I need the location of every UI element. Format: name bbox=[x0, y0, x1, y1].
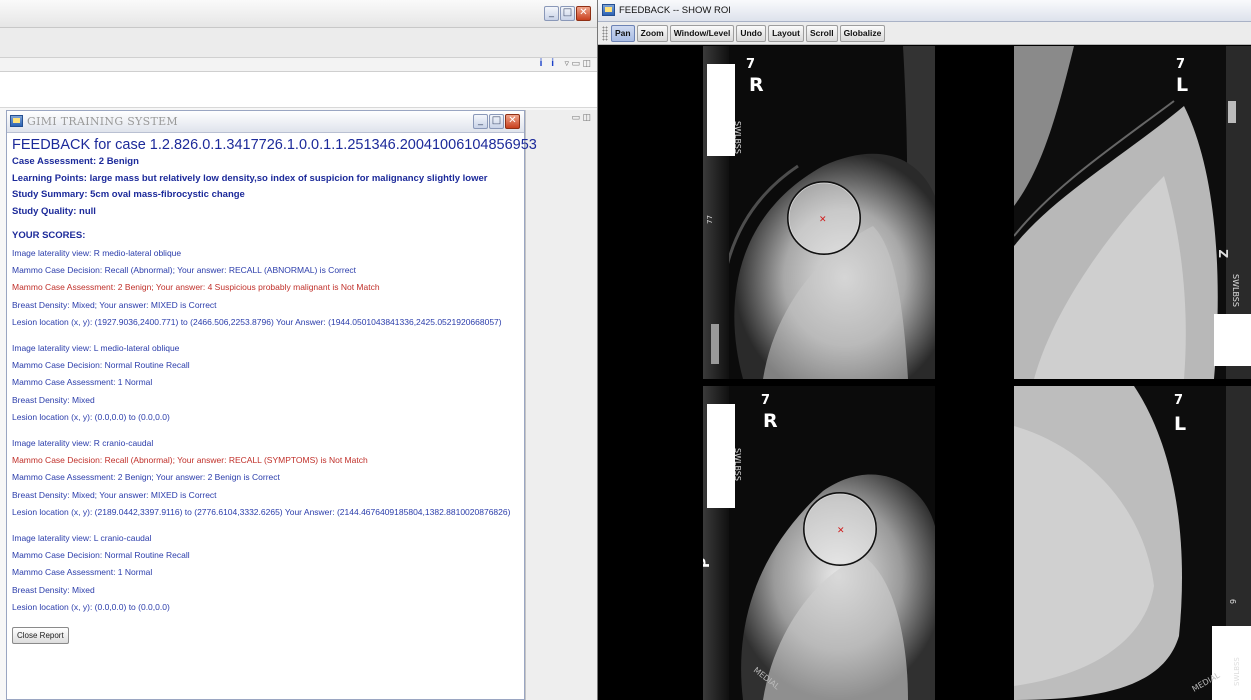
marker-number-7: 7 bbox=[1176, 57, 1185, 72]
lesion-location: Lesion location (x, y): (0.0,0.0) to (0.… bbox=[12, 602, 170, 613]
background-panel bbox=[0, 72, 597, 108]
film-facility-label: SWLBSS bbox=[733, 448, 742, 481]
case-assessment-result: Mammo Case Assessment: 2 Benign; Your an… bbox=[12, 282, 380, 293]
film-facility-label: SWLBSS bbox=[1231, 274, 1240, 307]
image-pane-r-cc[interactable]: 7 R SWLBSS P ✕ MEDIAL bbox=[703, 386, 935, 700]
side-panel-min-max-icon[interactable]: ▭ ◫ bbox=[571, 112, 591, 123]
background-toolbar-area bbox=[0, 28, 597, 58]
breast-density: Breast Density: Mixed bbox=[12, 394, 95, 405]
film-marker-r: R bbox=[763, 410, 778, 432]
mammogram-r-cc: 7 R SWLBSS P ✕ MEDIAL bbox=[703, 386, 935, 700]
image-pane-l-cc[interactable]: 7 L 9 MEDIAL SWLBSS bbox=[1014, 386, 1251, 700]
lesion-location: Lesion location (x, y): (0.0,0.0) to (0.… bbox=[12, 412, 170, 423]
lesion-location: Lesion location (x, y): (1927.9036,2400.… bbox=[12, 317, 502, 328]
minimize-button[interactable]: _ bbox=[473, 114, 488, 129]
marker-number-7: 7 bbox=[1174, 393, 1183, 408]
case-assessment: Case Assessment: 2 Benign bbox=[12, 156, 139, 167]
maximize-button[interactable]: □ bbox=[560, 6, 575, 21]
undo-button[interactable]: Undo bbox=[736, 25, 767, 42]
image-pane-l-mlo[interactable]: 7 L Z SWLBSS bbox=[1014, 46, 1251, 379]
close-report-button[interactable]: Close Report bbox=[12, 626, 69, 644]
background-side-panel: ▭ ◫ bbox=[525, 110, 597, 700]
globalize-button[interactable]: Globalize bbox=[839, 25, 886, 42]
film-number: 9 bbox=[1229, 599, 1238, 604]
background-titlebar: _ □ ✕ bbox=[0, 0, 597, 28]
view-laterality: Image laterality view: R cranio-caudal bbox=[12, 437, 154, 448]
background-window-controls: _ □ ✕ bbox=[544, 6, 591, 21]
layout-button[interactable]: Layout bbox=[768, 25, 804, 42]
app-icon bbox=[602, 4, 615, 16]
feedback-report: FEEDBACK for case 1.2.826.0.1.3417726.1.… bbox=[12, 134, 537, 694]
view-laterality: Image laterality view: L cranio-caudal bbox=[12, 532, 152, 543]
zoom-button[interactable]: Zoom bbox=[636, 25, 668, 42]
case-decision: Mammo Case Decision: Normal Routine Reca… bbox=[12, 550, 190, 560]
close-button[interactable]: ✕ bbox=[576, 6, 591, 21]
feedback-titlebar[interactable]: FEEDBACK -- SHOW ROI bbox=[598, 0, 1251, 22]
film-facility-label: SWLBSS bbox=[1233, 657, 1241, 686]
case-assessment-result: Mammo Case Assessment: 1 Normal bbox=[12, 567, 153, 578]
mammogram-r-mlo: 7 R SWLBSS 77 ✕ bbox=[703, 46, 935, 379]
answer-marker-icon: ✕ bbox=[819, 215, 827, 225]
film-letter: P bbox=[703, 558, 713, 568]
scroll-button[interactable]: Scroll bbox=[805, 25, 838, 42]
mammogram-l-cc: 7 L 9 MEDIAL SWLBSS bbox=[1014, 386, 1251, 700]
case-decision: Mammo Case Decision: Normal Routine Reca… bbox=[12, 359, 190, 370]
close-button[interactable]: ✕ bbox=[505, 114, 520, 129]
film-label-blank bbox=[707, 64, 735, 156]
score-block-l-cc: Image laterality view: L cranio-caudal M… bbox=[12, 530, 522, 617]
lesion-location: Lesion location (x, y): (2189.0442,3397.… bbox=[12, 507, 511, 518]
background-view-header: i i ▿ ▭ ◫ bbox=[0, 58, 597, 72]
app-icon bbox=[10, 115, 23, 127]
view-laterality: Image laterality view: R medio-lateral o… bbox=[12, 247, 182, 258]
breast-density: Breast Density: Mixed bbox=[12, 584, 95, 595]
marker-number-7: 7 bbox=[746, 57, 755, 72]
window-level-button[interactable]: Window/Level bbox=[669, 25, 735, 42]
mammogram-l-mlo: 7 L Z SWLBSS bbox=[1014, 46, 1251, 379]
breast-density: Breast Density: Mixed; Your answer: MIXE… bbox=[12, 489, 217, 500]
minimize-button[interactable]: _ bbox=[544, 6, 559, 21]
film-label-blank bbox=[707, 404, 735, 508]
score-block-r-cc: Image laterality view: R cranio-caudal M… bbox=[12, 435, 522, 522]
gimi-window-title: GIMI TRAINING SYSTEM bbox=[27, 115, 178, 128]
toolbar-grip-icon[interactable] bbox=[602, 26, 608, 41]
scores-heading: YOUR SCORES: bbox=[12, 230, 86, 241]
answer-marker-icon: ✕ bbox=[837, 526, 845, 536]
study-summary: Study Summary: 5cm oval mass-fibrocystic… bbox=[12, 189, 245, 200]
film-marker-r: R bbox=[749, 74, 764, 96]
case-assessment-result: Mammo Case Assessment: 2 Benign; Your an… bbox=[12, 472, 280, 483]
info-icon[interactable]: i i bbox=[540, 58, 557, 69]
case-decision: Mammo Case Decision: Recall (Abnormal); … bbox=[12, 264, 357, 275]
view-min-max-icon[interactable]: ▿ ▭ ◫ bbox=[564, 58, 591, 69]
film-facility-label: SWLBSS bbox=[733, 121, 742, 154]
viewer-toolbar: Pan Zoom Window/Level Undo Layout Scroll… bbox=[598, 22, 1251, 45]
case-decision: Mammo Case Decision: Recall (Abnormal); … bbox=[12, 454, 368, 465]
case-assessment-result: Mammo Case Assessment: 1 Normal bbox=[12, 377, 153, 388]
gimi-training-window: GIMI TRAINING SYSTEM _ □ ✕ FEEDBACK for … bbox=[6, 110, 537, 700]
gimi-window-controls: _ □ ✕ bbox=[473, 114, 520, 129]
gimi-titlebar[interactable]: GIMI TRAINING SYSTEM _ □ ✕ bbox=[7, 111, 524, 133]
film-marker-l: L bbox=[1176, 74, 1188, 96]
learning-points: Learning Points: large mass but relative… bbox=[12, 172, 488, 184]
view-laterality: Image laterality view: L medio-lateral o… bbox=[12, 342, 180, 353]
film-letter: Z bbox=[1217, 249, 1231, 258]
breast-density: Breast Density: Mixed; Your answer: MIXE… bbox=[12, 299, 217, 310]
study-quality: Study Quality: null bbox=[12, 205, 96, 217]
image-viewer[interactable]: 7 R SWLBSS 77 ✕ 7 L Z SWLBSS 7 R SWLBSS … bbox=[598, 46, 1251, 700]
film-marker-l: L bbox=[1174, 413, 1186, 435]
film-label-blank bbox=[1214, 314, 1251, 366]
feedback-roi-window: FEEDBACK -- SHOW ROI Pan Zoom Window/Lev… bbox=[597, 0, 1251, 700]
score-block-r-mlo: Image laterality view: R medio-lateral o… bbox=[12, 245, 522, 332]
film-label-blank bbox=[1212, 626, 1251, 700]
feedback-window-title: FEEDBACK -- SHOW ROI bbox=[619, 5, 731, 16]
marker-number-7: 7 bbox=[761, 393, 770, 408]
pan-button[interactable]: Pan bbox=[611, 25, 635, 42]
image-pane-r-mlo[interactable]: 7 R SWLBSS 77 ✕ bbox=[703, 46, 935, 379]
report-title: FEEDBACK for case 1.2.826.0.1.3417726.1.… bbox=[12, 137, 537, 153]
score-block-l-mlo: Image laterality view: L medio-lateral o… bbox=[12, 340, 522, 427]
maximize-button[interactable]: □ bbox=[489, 114, 504, 129]
film-number: 77 bbox=[706, 215, 714, 224]
